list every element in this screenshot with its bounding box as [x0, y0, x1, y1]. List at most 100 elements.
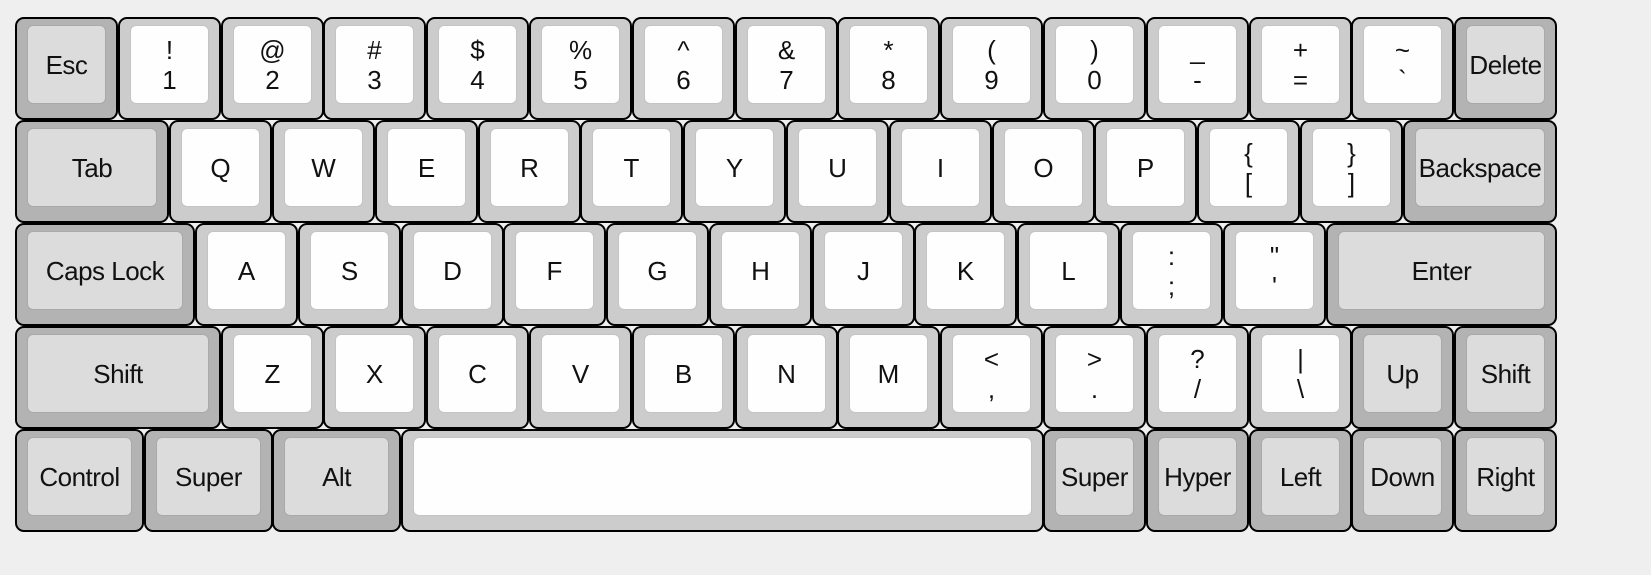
key-legend: N [777, 358, 796, 389]
key-3[interactable]: #3 [323, 17, 426, 120]
key-semicolon[interactable]: :; [1120, 223, 1223, 326]
key-i[interactable]: I [889, 120, 992, 223]
key-right[interactable]: Right [1454, 429, 1557, 532]
keyboard-layout: Esc ! 1 @2 #3 $4% 5 ^ 6 & 7 * 8(9) 0 _ - + = ~ ` Delete Tab Q W… [15, 17, 1557, 557]
key-l[interactable]: L [1017, 223, 1120, 326]
shift-legend: | [1297, 343, 1304, 374]
key-down[interactable]: Down [1351, 429, 1454, 532]
key-quote[interactable]: " ' [1223, 223, 1326, 326]
key-x[interactable]: X [323, 326, 426, 429]
key-2[interactable]: @2 [221, 17, 324, 120]
key-legend: Alt [322, 461, 351, 492]
key-rbracket[interactable]: }] [1300, 120, 1403, 223]
key-up[interactable]: Up [1351, 326, 1454, 429]
keycap-top: ~ ` [1363, 25, 1442, 104]
key-4[interactable]: $4 [426, 17, 529, 120]
keycap-top: <, [952, 334, 1031, 413]
key-legend: Control [39, 461, 120, 492]
key-legend: I [936, 152, 945, 183]
key-hyper[interactable]: Hyper [1146, 429, 1249, 532]
key-lalt[interactable]: Alt [272, 429, 401, 532]
keycap-top: ) 0 [1055, 25, 1134, 104]
key-left[interactable]: Left [1249, 429, 1352, 532]
keycap-top: $4 [438, 25, 517, 104]
key-h[interactable]: H [709, 223, 812, 326]
key-5[interactable]: % 5 [529, 17, 632, 120]
key-f[interactable]: F [503, 223, 606, 326]
key-space[interactable] [401, 429, 1044, 532]
key-lbracket[interactable]: {[ [1197, 120, 1300, 223]
key-lsuper[interactable]: Super [144, 429, 273, 532]
key-esc[interactable]: Esc [15, 17, 118, 120]
key-7[interactable]: & 7 [735, 17, 838, 120]
key-z[interactable]: Z [221, 326, 324, 429]
key-k[interactable]: K [914, 223, 1017, 326]
key-p[interactable]: P [1094, 120, 1197, 223]
keycap-top: Super [156, 437, 261, 516]
key-b[interactable]: B [632, 326, 735, 429]
primary-legend: 2 [265, 64, 280, 95]
key-minus[interactable]: _ - [1146, 17, 1249, 120]
keycap-top: Up [1363, 334, 1442, 413]
keycap-top: I [901, 128, 980, 207]
key-u[interactable]: U [786, 120, 889, 223]
key-y[interactable]: Y [683, 120, 786, 223]
key-j[interactable]: J [812, 223, 915, 326]
key-s[interactable]: S [298, 223, 401, 326]
key-w[interactable]: W [272, 120, 375, 223]
key-tab[interactable]: Tab [15, 120, 169, 223]
key-slash[interactable]: ? / [1146, 326, 1249, 429]
key-rshift[interactable]: Shift [1454, 326, 1557, 429]
key-backspace[interactable]: Backspace [1403, 120, 1557, 223]
key-rsuper[interactable]: Super [1043, 429, 1146, 532]
key-a[interactable]: A [195, 223, 298, 326]
key-n[interactable]: N [735, 326, 838, 429]
keycap-top: Q [181, 128, 260, 207]
keycap-top: G [618, 231, 697, 310]
keycap-top: X [335, 334, 414, 413]
key-c[interactable]: C [426, 326, 529, 429]
keycap-top: Y [695, 128, 774, 207]
key-r[interactable]: R [478, 120, 581, 223]
key-v[interactable]: V [529, 326, 632, 429]
key-e[interactable]: E [375, 120, 478, 223]
key-legend: M [877, 358, 900, 389]
key-backslash[interactable]: | \ [1249, 326, 1352, 429]
key-o[interactable]: O [992, 120, 1095, 223]
keycap-top: :; [1132, 231, 1211, 310]
shift-legend: ( [987, 34, 996, 65]
key-8[interactable]: * 8 [837, 17, 940, 120]
key-9[interactable]: (9 [940, 17, 1043, 120]
key-legend: H [751, 255, 770, 286]
key-delete[interactable]: Delete [1454, 17, 1557, 120]
primary-legend: ' [1272, 270, 1277, 301]
keycap-top: | \ [1261, 334, 1340, 413]
key-capslock[interactable]: Caps Lock [15, 223, 195, 326]
key-t[interactable]: T [580, 120, 683, 223]
key-comma[interactable]: <, [940, 326, 1043, 429]
keycap-top: Right [1466, 437, 1545, 516]
key-legend: P [1136, 152, 1155, 183]
key-d[interactable]: D [401, 223, 504, 326]
keycap-top: }] [1312, 128, 1391, 207]
key-legend: F [546, 255, 563, 286]
key-legend: Esc [45, 49, 88, 80]
key-legend: B [674, 358, 693, 389]
key-legend: Q [210, 152, 231, 183]
keycap-top: C [438, 334, 517, 413]
key-g[interactable]: G [606, 223, 709, 326]
key-lshift[interactable]: Shift [15, 326, 221, 429]
shift-legend: ! [165, 34, 174, 65]
key-lcontrol[interactable]: Control [15, 429, 144, 532]
key-m[interactable]: M [837, 326, 940, 429]
key-q[interactable]: Q [169, 120, 272, 223]
key-6[interactable]: ^ 6 [632, 17, 735, 120]
key-equals[interactable]: + = [1249, 17, 1352, 120]
key-0[interactable]: ) 0 [1043, 17, 1146, 120]
keycap-top: " ' [1235, 231, 1314, 310]
key-period[interactable]: >. [1043, 326, 1146, 429]
key-enter[interactable]: Enter [1326, 223, 1557, 326]
key-1[interactable]: ! 1 [118, 17, 221, 120]
key-grave[interactable]: ~ ` [1351, 17, 1454, 120]
shift-legend: * [883, 34, 894, 65]
